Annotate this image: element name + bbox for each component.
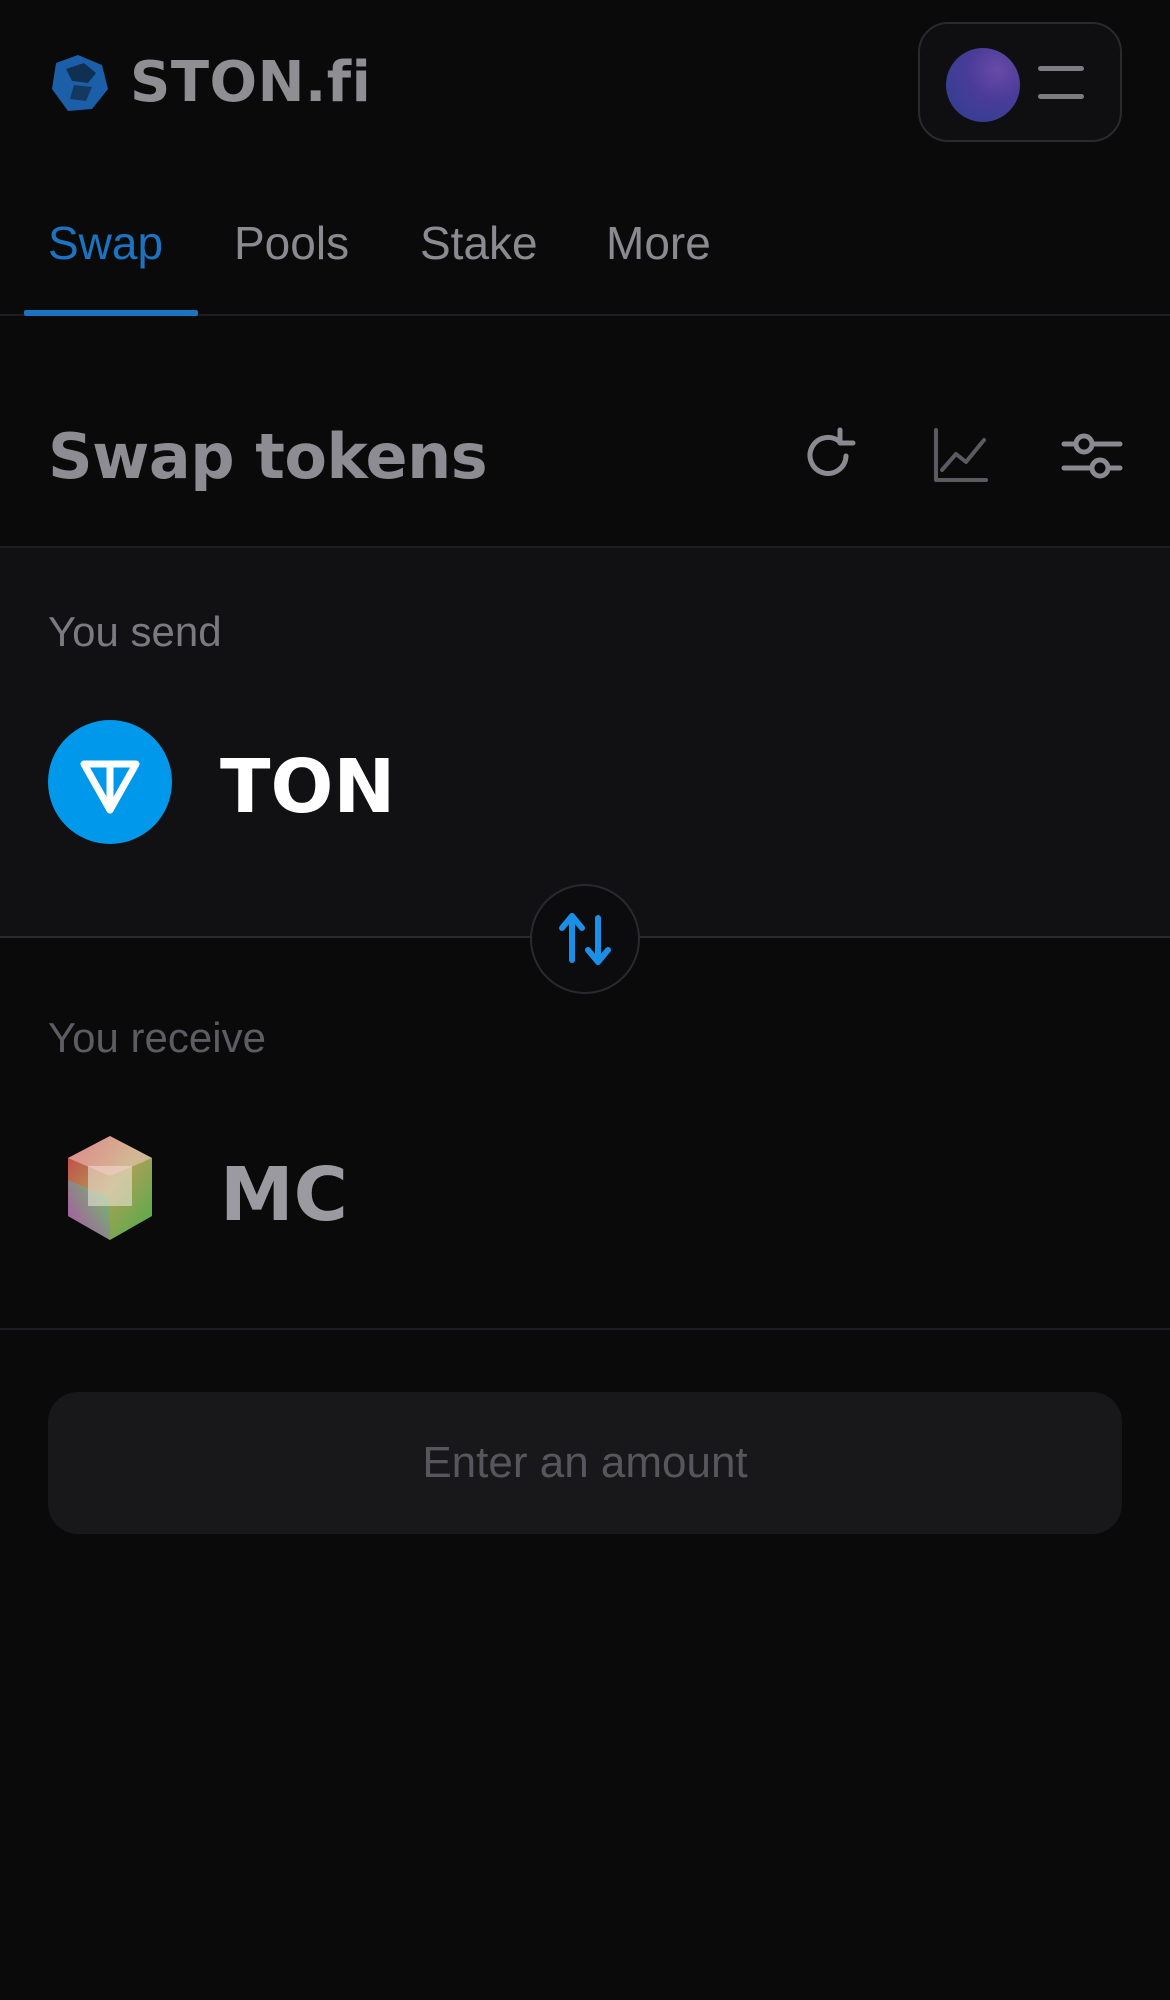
brand-name: STON.fi bbox=[130, 50, 372, 115]
page-title: Swap tokens bbox=[48, 420, 488, 493]
swap-header: Swap tokens bbox=[0, 316, 1170, 548]
stonfi-logo-icon bbox=[52, 54, 108, 111]
receive-label: You receive bbox=[48, 1014, 266, 1061]
chart-icon[interactable] bbox=[928, 424, 992, 488]
receive-token-symbol[interactable]: MC bbox=[220, 1152, 348, 1238]
brand-logo[interactable]: STON.fi bbox=[48, 50, 371, 115]
account-menu-button[interactable] bbox=[918, 22, 1122, 142]
ton-token-icon bbox=[48, 720, 172, 844]
tab-pools[interactable]: Pools bbox=[234, 216, 349, 270]
app-header: STON.fi bbox=[0, 0, 1170, 170]
settings-sliders-icon[interactable] bbox=[1060, 424, 1124, 488]
tab-stake[interactable]: Stake bbox=[420, 216, 538, 270]
send-token-symbol[interactable]: TON bbox=[220, 744, 395, 830]
avatar bbox=[946, 48, 1020, 122]
main-tabs: Swap Pools Stake More bbox=[0, 170, 1170, 316]
send-label: You send bbox=[48, 608, 222, 655]
send-panel[interactable]: You send TON bbox=[0, 548, 1170, 938]
mc-token-icon bbox=[48, 1128, 172, 1252]
receive-panel[interactable]: You receive MC bbox=[0, 940, 1170, 1330]
tab-swap[interactable]: Swap bbox=[48, 216, 163, 270]
hamburger-menu-icon bbox=[1038, 66, 1088, 102]
refresh-icon[interactable] bbox=[796, 424, 860, 488]
enter-amount-button[interactable]: Enter an amount bbox=[48, 1392, 1122, 1534]
tab-more[interactable]: More bbox=[606, 216, 711, 270]
